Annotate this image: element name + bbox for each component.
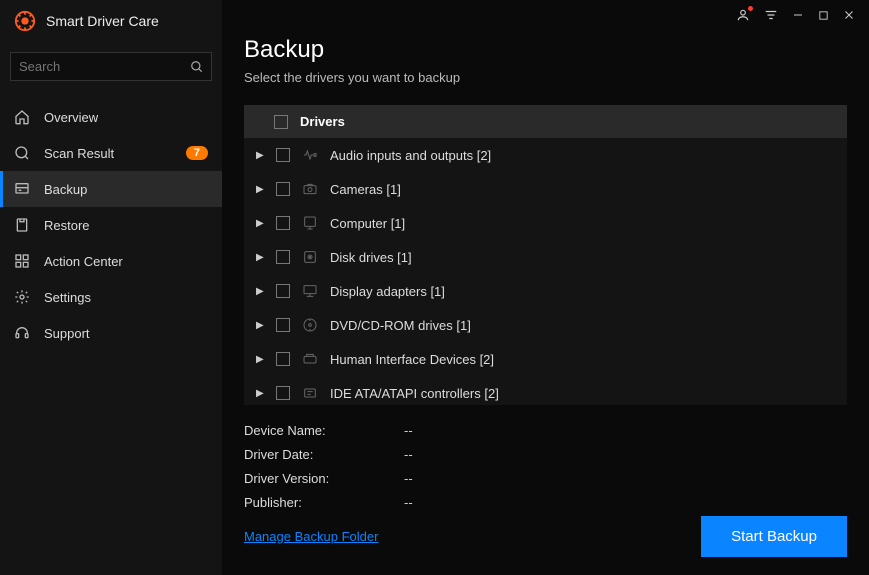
driver-row[interactable]: ▶ Human Interface Devices [2] [244,342,847,376]
driver-row[interactable]: ▶ Cameras [1] [244,172,847,206]
device-category-icon [302,147,318,163]
backup-icon [14,181,30,197]
device-category-icon [302,249,318,265]
driver-header: Drivers [244,105,847,138]
driver-checkbox[interactable] [276,318,290,332]
device-category-icon [302,317,318,333]
driver-checkbox[interactable] [276,148,290,162]
driver-checkbox[interactable] [276,352,290,366]
manage-backup-folder-link[interactable]: Manage Backup Folder [244,529,378,544]
gear-icon [14,289,30,305]
sidebar-item-label: Overview [44,110,98,125]
expand-arrow-icon[interactable]: ▶ [256,286,264,297]
sidebar-item-scan-result[interactable]: Scan Result 7 [0,135,222,171]
brand-title: Smart Driver Care [46,13,159,29]
titlebar [222,0,869,30]
scan-badge: 7 [186,146,208,160]
search-input[interactable] [10,52,212,81]
grid-icon [14,253,30,269]
driver-label: IDE ATA/ATAPI controllers [2] [330,386,499,401]
account-icon[interactable] [736,8,750,22]
sidebar-item-label: Restore [44,218,90,233]
device-category-icon [302,385,318,401]
device-category-icon [302,351,318,367]
driver-panel: Drivers ▶ Audio inputs and outputs [2] ▶ Ca… [244,105,847,405]
headset-icon [14,325,30,341]
page-subtitle: Select the drivers you want to backup [244,70,847,85]
bottom-bar: Manage Backup Folder Start Backup [222,498,869,575]
sidebar-item-label: Scan Result [44,146,114,161]
detail-label-driver-version: Driver Version: [244,467,404,491]
expand-arrow-icon[interactable]: ▶ [256,218,264,229]
driver-label: Disk drives [1] [330,250,412,265]
restore-icon [14,217,30,233]
detail-value-driver-version: -- [404,467,413,491]
device-category-icon [302,215,318,231]
driver-checkbox[interactable] [276,284,290,298]
sidebar-item-label: Support [44,326,90,341]
driver-row[interactable]: ▶ Computer [1] [244,206,847,240]
start-backup-button[interactable]: Start Backup [701,516,847,557]
driver-label: DVD/CD-ROM drives [1] [330,318,471,333]
driver-header-label: Drivers [300,114,345,129]
driver-row[interactable]: ▶ DVD/CD-ROM drives [1] [244,308,847,342]
home-icon [14,109,30,125]
driver-label: Cameras [1] [330,182,401,197]
sidebar: Smart Driver Care Overview Scan Result 7 [0,0,222,575]
maximize-icon[interactable] [818,10,829,21]
device-category-icon [302,181,318,197]
driver-checkbox[interactable] [276,250,290,264]
detail-value-device-name: -- [404,419,413,443]
content: Backup Select the drivers you want to ba… [222,30,869,498]
driver-list[interactable]: ▶ Audio inputs and outputs [2] ▶ Cameras [1… [244,138,847,405]
detail-label-device-name: Device Name: [244,419,404,443]
main: Backup Select the drivers you want to ba… [222,0,869,575]
sidebar-item-label: Backup [44,182,87,197]
close-icon[interactable] [843,9,855,21]
app-window: Smart Driver Care Overview Scan Result 7 [0,0,869,575]
brand: Smart Driver Care [0,0,222,46]
sidebar-item-restore[interactable]: Restore [0,207,222,243]
expand-arrow-icon[interactable]: ▶ [256,252,264,263]
sidebar-item-action-center[interactable]: Action Center [0,243,222,279]
driver-row[interactable]: ▶ Audio inputs and outputs [2] [244,138,847,172]
expand-arrow-icon[interactable]: ▶ [256,320,264,331]
nav: Overview Scan Result 7 Backup Restore [0,99,222,351]
brand-logo-icon [14,10,36,32]
driver-label: Audio inputs and outputs [2] [330,148,491,163]
sidebar-item-label: Settings [44,290,91,305]
page-title: Backup [244,36,847,64]
driver-row[interactable]: ▶ Disk drives [1] [244,240,847,274]
driver-checkbox[interactable] [276,386,290,400]
sidebar-item-overview[interactable]: Overview [0,99,222,135]
expand-arrow-icon[interactable]: ▶ [256,150,264,161]
driver-checkbox[interactable] [276,216,290,230]
select-all-checkbox[interactable] [274,115,288,129]
sidebar-item-support[interactable]: Support [0,315,222,351]
sidebar-item-settings[interactable]: Settings [0,279,222,315]
menu-icon[interactable] [764,8,778,22]
device-category-icon [302,283,318,299]
minimize-icon[interactable] [792,9,804,21]
detail-label-driver-date: Driver Date: [244,443,404,467]
driver-label: Display adapters [1] [330,284,445,299]
search-container [10,52,212,81]
driver-checkbox[interactable] [276,182,290,196]
driver-label: Human Interface Devices [2] [330,352,494,367]
driver-label: Computer [1] [330,216,405,231]
expand-arrow-icon[interactable]: ▶ [256,184,264,195]
search-icon[interactable] [190,60,204,74]
sidebar-item-backup[interactable]: Backup [0,171,222,207]
driver-row[interactable]: ▶ Display adapters [1] [244,274,847,308]
scan-icon [14,145,30,161]
detail-value-driver-date: -- [404,443,413,467]
expand-arrow-icon[interactable]: ▶ [256,388,264,399]
expand-arrow-icon[interactable]: ▶ [256,354,264,365]
sidebar-item-label: Action Center [44,254,123,269]
driver-row[interactable]: ▶ IDE ATA/ATAPI controllers [2] [244,376,847,405]
